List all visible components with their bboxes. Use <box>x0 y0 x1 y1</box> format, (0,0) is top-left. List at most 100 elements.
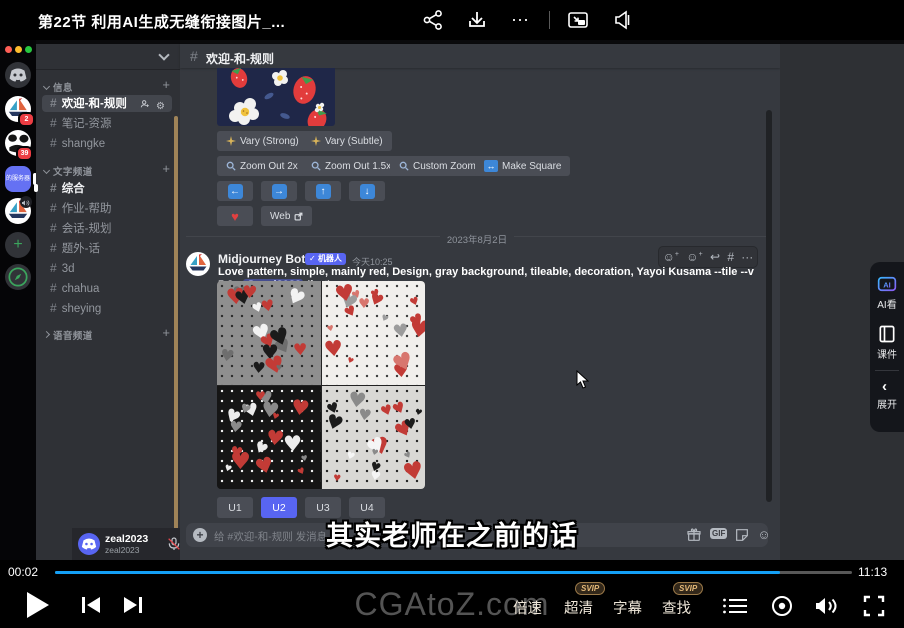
traffic-light-zoom[interactable] <box>25 46 32 53</box>
web-button[interactable]: Web <box>261 206 312 226</box>
heart-pattern-glyph: ♥ <box>392 322 411 342</box>
add-channel-icon[interactable]: + <box>162 164 170 174</box>
midjourney-bot-avatar[interactable] <box>186 252 210 276</box>
watermark: CGAtoZ.com <box>0 586 904 623</box>
svip-badge: SVIP <box>673 582 703 595</box>
quality-button[interactable]: 超清 <box>564 597 593 618</box>
heart-pattern-glyph: ♥ <box>283 434 303 456</box>
external-link-icon <box>294 212 303 221</box>
double-arrow-icon: ↔ <box>484 160 498 172</box>
channel-chahua[interactable]: #chahua <box>42 280 172 297</box>
heart-pattern-glyph: ♥ <box>333 281 357 307</box>
grid-image-2[interactable]: ♥♥♥♥♥♥♥♥♥♥♥♥♥♥♥♥♥ <box>322 281 425 385</box>
hash-icon: # <box>50 261 57 275</box>
grid-image-3[interactable]: ♥♥♥♥♥♥♥♥♥♥♥♥♥♥♥♥♥♥ <box>217 386 321 489</box>
playback-speed-button[interactable]: 倍速 <box>513 597 542 618</box>
custom-zoom-button[interactable]: Custom Zoom <box>390 156 485 176</box>
expand-chevron-icon[interactable]: ‹ <box>882 378 887 395</box>
subtitles-button[interactable]: 字幕 <box>613 597 642 618</box>
super-reaction-icon[interactable]: ☺+ <box>686 251 702 263</box>
traffic-light-minimize[interactable] <box>15 46 22 53</box>
channel-general[interactable]: #综合 <box>42 180 172 197</box>
share-icon[interactable] <box>421 8 445 32</box>
section-voice-channels[interactable]: 语音频道 <box>44 328 93 342</box>
zoom-out-2x-button[interactable]: Zoom Out 2x <box>217 156 307 176</box>
total-duration: 11:13 <box>858 565 887 579</box>
create-thread-icon[interactable]: # <box>727 251 734 263</box>
channel-offtopic[interactable]: #题外-话 <box>42 240 172 257</box>
midjourney-image-grid[interactable]: ♥♥♥♥♥♥♥♥♥♥♥♥♥♥♥♥♥ ♥♥♥♥♥♥♥♥♥♥♥♥♥♥♥♥♥ ♥♥♥♥… <box>217 281 425 489</box>
channel-notes[interactable]: #笔记-资源 <box>42 115 172 132</box>
courseware-label[interactable]: 课件 <box>870 346 904 361</box>
add-reaction-icon[interactable]: ☺+ <box>663 251 679 263</box>
heart-pattern-glyph: ♥ <box>414 407 423 417</box>
heart-pattern-glyph: ♥ <box>327 325 336 334</box>
zoom-out-15x-button[interactable]: Zoom Out 1.5x <box>302 156 400 176</box>
pan-right-button[interactable]: → <box>261 181 297 201</box>
chat-scrollbar[interactable] <box>766 110 772 502</box>
seek-bar[interactable] <box>55 571 852 574</box>
channel-sheying[interactable]: #sheying <box>42 300 172 317</box>
grid-image-1[interactable]: ♥♥♥♥♥♥♥♥♥♥♥♥♥♥♥♥♥ <box>217 281 321 385</box>
heart-pattern-glyph: ♥ <box>219 347 236 365</box>
video-frame[interactable]: 2 39 的服务器 + 信息 <box>0 40 904 560</box>
traffic-light-close[interactable] <box>5 46 12 53</box>
message-more-icon[interactable]: ··· <box>741 251 753 263</box>
add-server-button[interactable]: + <box>5 232 31 258</box>
magnifier-icon <box>226 161 236 171</box>
vary-subtle-button[interactable]: Vary (Subtle) <box>302 131 392 151</box>
heart-pattern-glyph: ♥ <box>346 389 367 412</box>
fullscreen-icon[interactable] <box>862 594 886 618</box>
playlist-icon[interactable] <box>722 597 748 615</box>
server-active-blue[interactable]: 的服务器 <box>5 166 31 192</box>
server-name-header[interactable] <box>36 44 180 70</box>
mouse-cursor <box>576 370 589 389</box>
invite-people-icon[interactable] <box>140 98 150 115</box>
explore-servers-button[interactable] <box>5 264 31 290</box>
favorite-heart-button[interactable]: ♥ <box>217 206 253 226</box>
courseware-icon[interactable] <box>877 324 897 344</box>
make-square-button[interactable]: ↔ Make Square <box>475 156 570 176</box>
channel-shangke[interactable]: #shangke <box>42 135 172 152</box>
channel-session-planning[interactable]: #会话-规划 <box>42 220 172 237</box>
channel-homework-help[interactable]: #作业-帮助 <box>42 200 172 217</box>
heart-pattern-glyph: ♥ <box>323 338 344 361</box>
hash-icon: # <box>50 181 57 195</box>
channel-3d[interactable]: #3d <box>42 260 172 277</box>
hash-icon: # <box>50 281 57 295</box>
pan-up-button[interactable]: ↑ <box>305 181 341 201</box>
reply-icon[interactable]: ↩ <box>710 251 720 263</box>
expand-label[interactable]: 展开 <box>870 396 904 411</box>
more-options-icon[interactable]: ··· <box>508 8 532 32</box>
section-info[interactable]: 信息 <box>44 80 73 94</box>
channel-settings-gear-icon[interactable]: ⚙ <box>156 98 165 115</box>
add-channel-icon[interactable]: + <box>162 80 170 90</box>
pan-left-button[interactable]: ← <box>217 181 253 201</box>
pan-down-button[interactable]: ↓ <box>349 181 385 201</box>
check-icon: ✓ <box>309 254 316 263</box>
download-icon[interactable] <box>465 8 489 32</box>
sidebar-scrollbar[interactable] <box>174 116 178 564</box>
picture-in-picture-icon[interactable] <box>566 8 590 32</box>
discord-home-button[interactable] <box>5 62 31 88</box>
ai-watch-label[interactable]: AI看 <box>870 296 904 311</box>
heart-pattern-glyph: ♥ <box>255 390 266 402</box>
arrow-right-icon: → <box>272 184 287 199</box>
grid-image-4[interactable]: ♥♥♥♥♥♥♥♥♥♥♥♥♥♥♥♥♥♥ <box>322 386 425 489</box>
hash-icon: # <box>50 221 57 235</box>
mute-speaker-icon[interactable] <box>611 8 635 32</box>
volume-icon[interactable] <box>814 594 840 618</box>
server-mention-badge: 39 <box>16 146 33 161</box>
channel-welcome-rules[interactable]: #欢迎-和-规则 ⚙ <box>42 95 172 112</box>
section-text-channels[interactable]: 文字频道 <box>44 164 93 178</box>
record-screen-icon[interactable] <box>770 594 794 618</box>
vary-strong-button[interactable]: Vary (Strong) <box>217 131 308 151</box>
heart-pattern-glyph: ♥ <box>403 417 418 434</box>
channel-header-name: 欢迎-和-规则 <box>206 50 274 67</box>
ai-watch-icon[interactable]: AI <box>877 274 897 294</box>
add-channel-icon[interactable]: + <box>162 328 170 338</box>
strawberry-pattern-image[interactable] <box>217 68 335 126</box>
sparkle-icon <box>226 136 236 146</box>
search-button[interactable]: 查找 <box>662 597 691 618</box>
message-author[interactable]: Midjourney Bot <box>218 252 305 266</box>
